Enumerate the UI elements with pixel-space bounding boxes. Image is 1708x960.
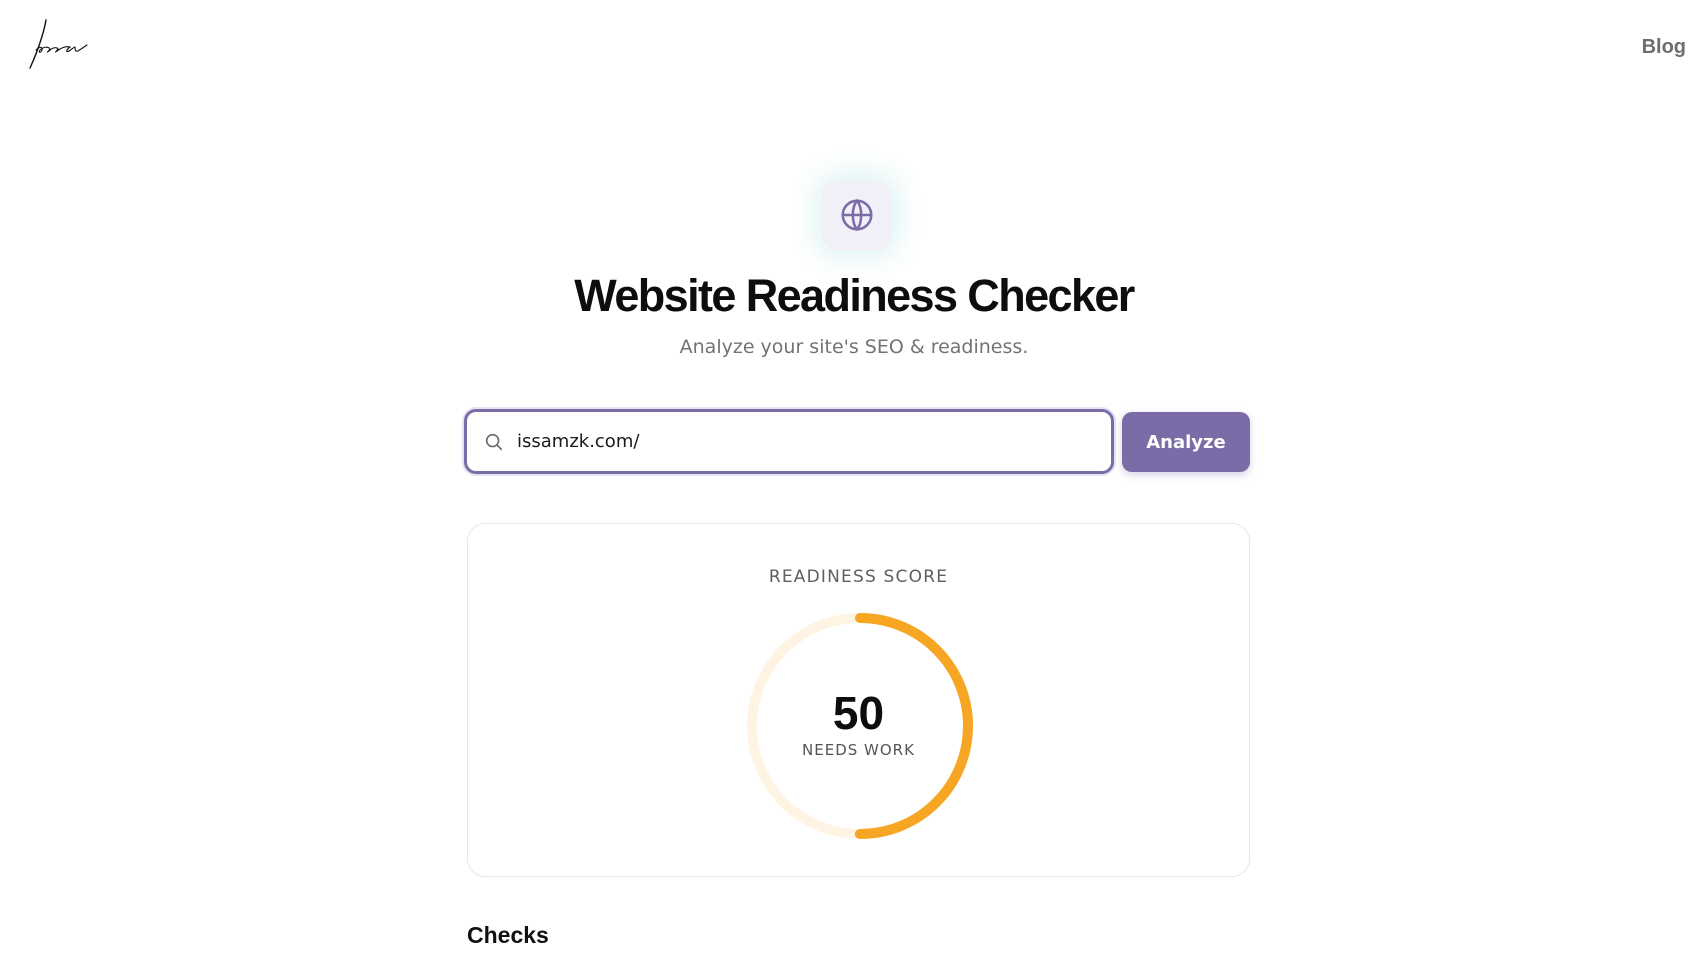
- page-subtitle: Analyze your site's SEO & readiness.: [679, 336, 1029, 358]
- search-icon: [485, 433, 503, 450]
- url-search-box: [464, 409, 1114, 474]
- score-status: NEEDS WORK: [802, 741, 915, 759]
- signature-logo[interactable]: Issa: [26, 16, 90, 72]
- signature-logo-icon: [29, 19, 88, 69]
- page-title: Website Readiness Checker: [574, 270, 1135, 321]
- analyze-button[interactable]: Analyze: [1122, 412, 1250, 472]
- score-label: READINESS SCORE: [768, 567, 949, 587]
- nav-link-blog[interactable]: Blog: [1642, 36, 1686, 59]
- globe-icon: [841, 198, 873, 232]
- url-input[interactable]: [517, 412, 1097, 471]
- hero-globe-badge: [822, 180, 892, 250]
- logo-text: Issa: [26, 72, 27, 73]
- readiness-score-card: READINESS SCORE 50 NEEDS WORK: [467, 523, 1250, 877]
- checks-heading: Checks: [467, 922, 549, 948]
- score-value: 50: [832, 687, 885, 739]
- page: Issa Blog Website Readiness Checker Anal…: [0, 0, 1708, 960]
